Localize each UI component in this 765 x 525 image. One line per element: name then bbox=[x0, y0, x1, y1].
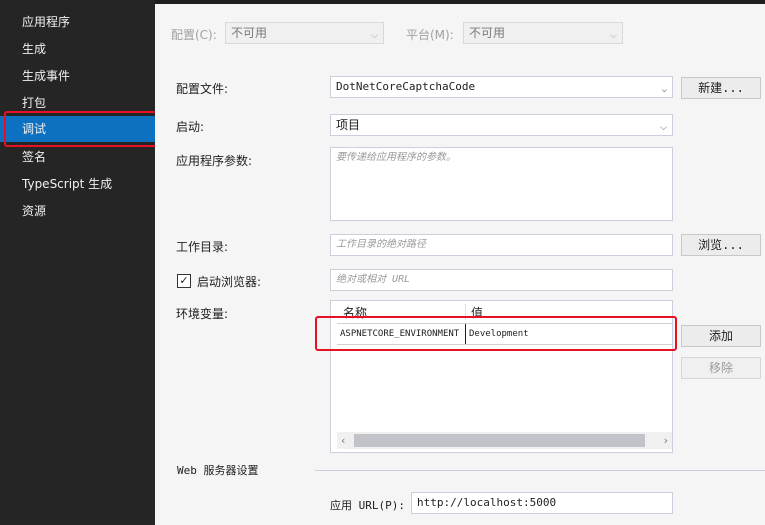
profile-select[interactable]: DotNetCoreCaptchaCode ⌵ bbox=[330, 76, 673, 98]
sidebar-item-typescript-build[interactable]: TypeScript 生成 bbox=[0, 171, 155, 197]
chevron-down-icon: ⌵ bbox=[371, 31, 378, 41]
scroll-right-icon[interactable]: › bbox=[664, 432, 668, 449]
profile-value: DotNetCoreCaptchaCode bbox=[336, 80, 476, 93]
app-args-label: 应用程序参数: bbox=[176, 154, 253, 168]
chevron-down-icon: ⌵ bbox=[610, 31, 617, 41]
launch-browser-checkbox[interactable]: ✓ bbox=[177, 274, 191, 288]
chevron-down-icon: ⌵ bbox=[661, 85, 667, 95]
sidebar-item-application[interactable]: 应用程序 bbox=[0, 9, 155, 35]
horizontal-scrollbar[interactable]: ‹ › bbox=[337, 432, 672, 449]
env-row-highlight-box bbox=[315, 316, 677, 351]
browser-url-input[interactable]: 绝对或相对 URL bbox=[330, 269, 673, 291]
sidebar-item-resources[interactable]: 资源 bbox=[0, 198, 155, 224]
config-value: 不可用 bbox=[231, 26, 268, 40]
sidebar-highlight-box bbox=[4, 111, 158, 147]
workdir-label: 工作目录: bbox=[176, 240, 229, 254]
env-vars-label: 环境变量: bbox=[176, 307, 229, 321]
app-args-textarea[interactable]: 要传递给应用程序的参数。 bbox=[330, 147, 673, 221]
app-args-placeholder: 要传递给应用程序的参数。 bbox=[336, 152, 456, 163]
platform-label: 平台(M): bbox=[406, 28, 454, 42]
scrollbar-thumb[interactable] bbox=[354, 434, 645, 447]
launch-select[interactable]: 项目 ⌵ bbox=[330, 114, 673, 136]
new-profile-button[interactable]: 新建... bbox=[681, 77, 761, 99]
launch-value: 项目 bbox=[336, 118, 361, 132]
sidebar-item-signing[interactable]: 签名 bbox=[0, 144, 155, 170]
sidebar-item-build[interactable]: 生成 bbox=[0, 36, 155, 62]
sidebar-item-build-events[interactable]: 生成事件 bbox=[0, 63, 155, 89]
app-url-input[interactable]: http://localhost:5000 bbox=[411, 492, 673, 514]
workdir-placeholder: 工作目录的绝对路径 bbox=[336, 239, 426, 250]
browse-button[interactable]: 浏览... bbox=[681, 234, 761, 256]
platform-value: 不可用 bbox=[469, 26, 506, 40]
section-divider bbox=[315, 470, 765, 471]
chevron-down-icon: ⌵ bbox=[660, 123, 667, 133]
add-env-button[interactable]: 添加 bbox=[681, 325, 761, 347]
web-server-section-title: Web 服务器设置 bbox=[177, 464, 259, 477]
platform-select[interactable]: 不可用 ⌵ bbox=[463, 22, 623, 44]
scroll-left-icon[interactable]: ‹ bbox=[341, 432, 345, 449]
remove-env-button[interactable]: 移除 bbox=[681, 357, 761, 379]
launch-browser-label: 启动浏览器: bbox=[197, 275, 262, 289]
browser-url-placeholder: 绝对或相对 URL bbox=[336, 274, 411, 285]
sidebar: 应用程序 生成 生成事件 打包 调试 签名 TypeScript 生成 资源 bbox=[0, 0, 162, 525]
config-label: 配置(C): bbox=[171, 28, 217, 42]
launch-label: 启动: bbox=[176, 120, 205, 134]
config-select[interactable]: 不可用 ⌵ bbox=[225, 22, 384, 44]
debug-settings-panel: 配置(C): 不可用 ⌵ 平台(M): 不可用 ⌵ 配置文件: DotNetCo… bbox=[155, 4, 765, 525]
workdir-input[interactable]: 工作目录的绝对路径 bbox=[330, 234, 673, 256]
app-url-label: 应用 URL(P): bbox=[330, 499, 405, 512]
profile-label: 配置文件: bbox=[176, 82, 229, 96]
